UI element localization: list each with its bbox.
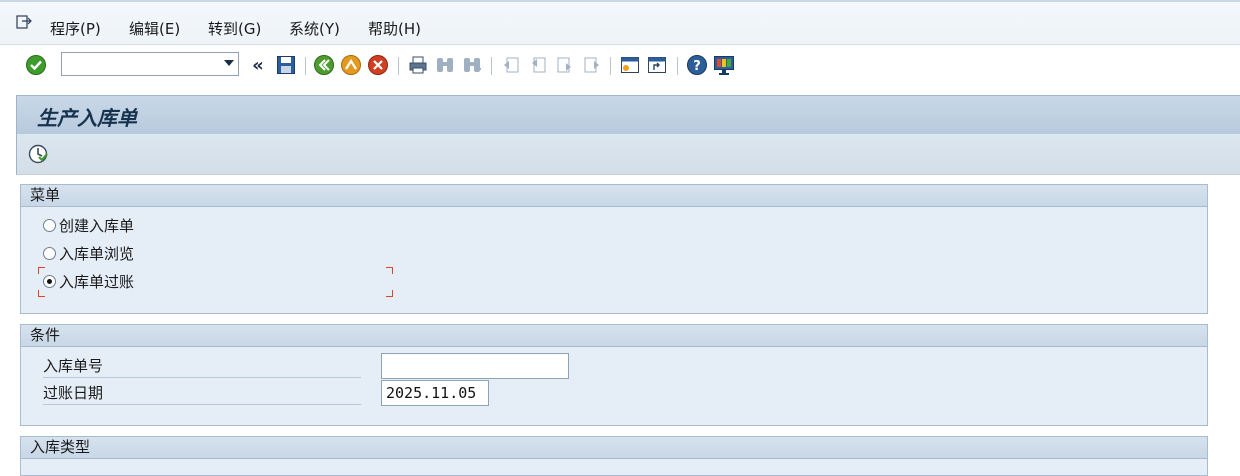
next-page-icon[interactable] [554,54,576,76]
option-post-receipt[interactable]: 入库单过账 [43,270,134,292]
print-icon[interactable] [407,54,429,76]
posting-date-row: 过账日期 2025.11.05 [43,380,491,406]
standard-toolbar: « ? [0,45,1240,85]
chevron-down-icon[interactable] [224,60,234,66]
menu-goto[interactable]: 转到(G) [208,18,261,39]
conditions-frame: 条件 入库单号 过账日期 2025.11.05 [20,324,1208,426]
find-next-icon[interactable] [461,54,483,76]
frame-header: 条件 [21,325,1207,347]
layout-icon[interactable] [713,54,735,76]
menu-program[interactable]: 程序(P) [50,18,101,39]
option-label: 入库单浏览 [59,244,135,263]
focus-marker [38,267,45,274]
title-bar: 生产入库单 [16,95,1240,134]
posting-date-input[interactable]: 2025.11.05 [381,380,489,406]
focus-marker [386,267,393,274]
option-label: 创建入库单 [59,216,135,235]
menu-bar: 程序(P) 编辑(E) 转到(G) 系统(Y) 帮助(H) [0,0,1240,45]
enter-icon[interactable] [25,54,47,76]
find-icon[interactable] [434,54,456,76]
receipt-number-input[interactable] [381,353,569,379]
receipt-type-frame: 入库类型 [20,436,1208,476]
option-browse-receipt[interactable]: 入库单浏览 [43,242,134,264]
command-field[interactable] [61,52,239,76]
radio-button[interactable] [43,246,56,260]
toolbar-separator [398,57,399,75]
menu-help[interactable]: 帮助(H) [368,18,421,39]
exit-icon[interactable] [340,54,362,76]
radio-button-selected[interactable] [43,274,56,288]
back-green-icon[interactable] [313,54,335,76]
window-top-border [0,0,1240,2]
menu-frame: 菜单 创建入库单 入库单浏览 入库单过账 [20,184,1208,314]
posting-date-label: 过账日期 [43,382,361,405]
back-icon[interactable]: « [247,54,269,76]
option-create-receipt[interactable]: 创建入库单 [43,214,134,236]
save-icon[interactable] [275,54,297,76]
frame-header: 入库类型 [21,437,1207,459]
help-icon[interactable]: ? [686,54,708,76]
first-page-icon[interactable] [500,54,522,76]
menu-edit[interactable]: 编辑(E) [129,18,180,39]
shortcut-icon[interactable] [646,54,668,76]
last-page-icon[interactable] [581,54,603,76]
cancel-icon[interactable] [367,54,389,76]
toolbar-separator [677,57,678,75]
page-title: 生产入库单 [37,106,137,130]
system-menu-icon[interactable] [16,15,32,29]
receipt-number-row: 入库单号 [43,353,569,379]
execute-icon[interactable] [27,143,49,165]
new-session-icon[interactable] [619,54,641,76]
application-toolbar [16,134,1240,175]
option-label: 入库单过账 [59,272,135,291]
focus-marker [38,290,45,297]
menu-system[interactable]: 系统(Y) [289,18,340,39]
frame-header: 菜单 [21,185,1207,207]
prev-page-icon[interactable] [527,54,549,76]
toolbar-separator [305,57,306,75]
toolbar-separator [610,57,611,75]
svg-text:?: ? [693,59,701,74]
receipt-number-label: 入库单号 [43,355,361,378]
radio-button[interactable] [43,218,56,232]
toolbar-separator [491,57,492,75]
focus-marker [386,290,393,297]
